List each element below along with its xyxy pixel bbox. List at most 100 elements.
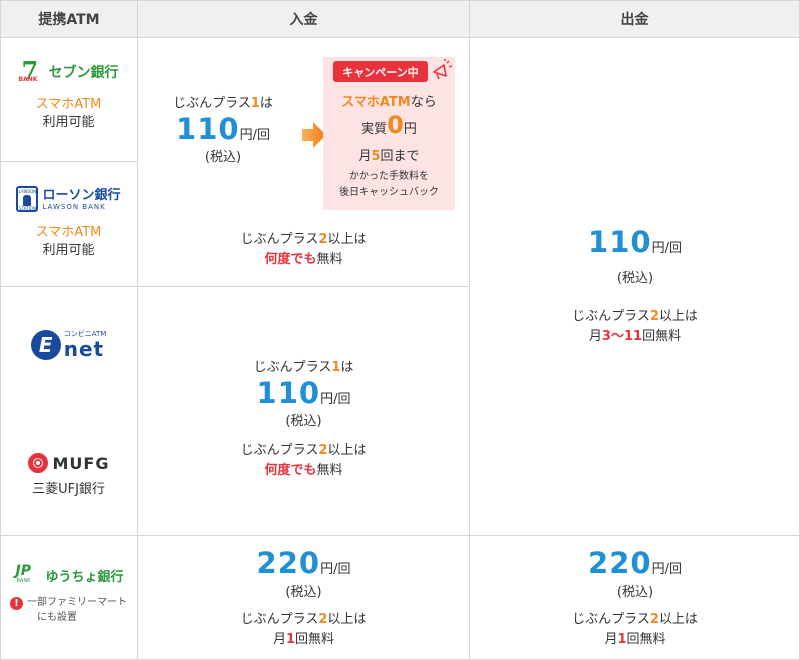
enet-logo: E コンビニATM net bbox=[0, 330, 137, 360]
mufg-logo-mark bbox=[27, 453, 48, 473]
deposit-seven-lawson-free: じぶんプラス2以上は 何度でも無料 bbox=[138, 230, 469, 270]
deposit-sl-plus1-a: じぶんプラス bbox=[173, 96, 251, 111]
withdraw-yu-month: 月1回無料 bbox=[470, 630, 800, 650]
seven-logo-mark: 7 BANK bbox=[19, 56, 45, 85]
lawson-mark-small: LAWSON bbox=[18, 189, 37, 194]
campaign-badge: キャンペーン中 bbox=[333, 61, 428, 82]
row-divider-seven bbox=[0, 161, 138, 162]
deposit-seven-lawson-price: じぶんプラス1は 110円/回 (税込) bbox=[148, 94, 298, 165]
deposit-sl-price: 110 bbox=[176, 112, 240, 146]
campaign-five: 5 bbox=[371, 149, 381, 164]
campaign-line1: スマホATMなら bbox=[323, 91, 455, 110]
yucho-mark-small: BANK bbox=[16, 578, 31, 584]
deposit-em-free: 何度でも無料 bbox=[138, 461, 469, 481]
withdraw-main-month-b: 回無料 bbox=[642, 329, 682, 344]
lawson-smartphone-atm: スマホATM bbox=[35, 225, 102, 240]
deposit-yu-month-a: 月 bbox=[272, 632, 286, 647]
deposit-yu-month-num: 1 bbox=[285, 632, 296, 647]
bank-lawson: LAWSON STATION ローソン銀行 LAWSON BANK スマホATM… bbox=[0, 186, 137, 260]
withdraw-main-unit: 円/回 bbox=[651, 241, 682, 256]
deposit-yu-month-b: 回無料 bbox=[295, 632, 335, 647]
deposit-em-plus1: じぶんプラス1は bbox=[138, 358, 469, 378]
yucho-mark-jp: JP bbox=[15, 563, 31, 579]
lawson-logo-mark: LAWSON STATION bbox=[16, 186, 39, 212]
yucho-note-line2: にも設置 bbox=[37, 612, 77, 623]
header-withdraw: 出金 bbox=[469, 0, 800, 38]
enet-logo-mark: E bbox=[30, 330, 61, 360]
deposit-enet-mufg: じぶんプラス1は 110円/回 (税込) じぶんプラス2以上は 何度でも無料 bbox=[138, 358, 469, 481]
deposit-yu-price-line: 220円/回 bbox=[138, 547, 469, 586]
lawson-available: 利用可能 bbox=[42, 243, 95, 258]
bank-mufg: MUFG 三菱UFJ銀行 bbox=[0, 453, 137, 499]
lawson-logo-texts: ローソン銀行 LAWSON BANK bbox=[42, 188, 120, 211]
withdraw-yu-plus2-b: 以上は bbox=[658, 612, 698, 627]
withdraw-main-month-sep: ～ bbox=[610, 329, 624, 344]
deposit-em-plus2: じぶんプラス2以上は bbox=[138, 441, 469, 461]
withdraw-yu-tax: (税込) bbox=[616, 585, 654, 600]
alert-icon-glyph: ! bbox=[14, 598, 19, 609]
withdraw-yu-month-b: 回無料 bbox=[626, 632, 666, 647]
campaign-badge-label: キャンペーン中 bbox=[342, 65, 419, 79]
campaign-box: キャンペーン中 スマホATMなら 実質0円 月5回まで かかった手数料を 後日キ… bbox=[323, 57, 455, 210]
withdraw-main: 110円/回 (税込) じぶんプラス2以上は 月3～11回無料 bbox=[470, 226, 800, 347]
deposit-yu-plus2-b: 以上は bbox=[327, 612, 367, 627]
yucho-note-line1: 一部ファミリーマート bbox=[27, 597, 127, 608]
mufg-logo: MUFG bbox=[0, 453, 137, 473]
yucho-logo-mark: JP BANK bbox=[13, 563, 41, 585]
yucho-logo: JP BANK ゆうちょ銀行 bbox=[0, 563, 137, 585]
deposit-yucho: 220円/回 (税込) じぶんプラス2以上は 月1回無料 bbox=[138, 547, 469, 650]
deposit-em-plus1-a: じぶんプラス bbox=[253, 360, 332, 375]
campaign-nara: なら bbox=[410, 95, 437, 110]
withdraw-main-plus2-b: 以上は bbox=[658, 309, 698, 324]
withdraw-yu-month-num: 1 bbox=[617, 632, 627, 647]
withdraw-main-month-num2: 11 bbox=[623, 329, 643, 344]
withdraw-main-tax: (税込) bbox=[616, 271, 654, 286]
deposit-sl-plus2-a: じぶんプラス bbox=[240, 232, 319, 247]
header-deposit: 入金 bbox=[137, 0, 470, 38]
yucho-logo-text: ゆうちょ銀行 bbox=[45, 569, 124, 585]
deposit-em-price: 110 bbox=[256, 376, 321, 410]
bank-seven: 7 BANK セブン銀行 スマホATM 利用可能 bbox=[0, 56, 137, 132]
enet-logo-net: net bbox=[63, 337, 105, 361]
campaign-month: 月 bbox=[358, 149, 372, 164]
deposit-sl-free-a: 何度でも bbox=[264, 252, 317, 267]
deposit-sl-tax: (税込) bbox=[204, 150, 242, 165]
deposit-sl-plus2: じぶんプラス2以上は bbox=[138, 230, 469, 250]
deposit-yu-plus2-a: じぶんプラス bbox=[240, 612, 319, 627]
deposit-sl-free-b: 無料 bbox=[316, 252, 343, 267]
campaign-line4: かかった手数料を bbox=[349, 171, 429, 182]
mufg-bank-name: 三菱UFJ銀行 bbox=[32, 482, 105, 497]
enet-logo-texts: コンビニATM net bbox=[64, 330, 107, 360]
seven-available: 利用可能 bbox=[42, 115, 95, 130]
deposit-yu-unit: 円/回 bbox=[320, 562, 351, 577]
deposit-yu-month: 月1回無料 bbox=[138, 630, 469, 650]
campaign-times: 回まで bbox=[380, 149, 420, 164]
campaign-smartphone-atm: スマホATM bbox=[341, 95, 411, 110]
withdraw-main-price-line: 110円/回 bbox=[470, 226, 800, 265]
deposit-em-tax: (税込) bbox=[285, 414, 322, 429]
deposit-sl-plus1-b: は bbox=[259, 96, 273, 111]
campaign-line3: 月5回まで bbox=[323, 145, 455, 164]
header-deposit-label: 入金 bbox=[289, 12, 318, 28]
mufg-logo-mark-inner bbox=[33, 459, 42, 467]
alert-icon: ! bbox=[10, 597, 23, 610]
header-atm: 提携ATM bbox=[0, 0, 138, 38]
megaphone-icon bbox=[433, 59, 453, 80]
deposit-em-plus2-b: 以上は bbox=[327, 443, 367, 458]
header-atm-label: 提携ATM bbox=[38, 12, 100, 28]
yucho-note: ! 一部ファミリーマート にも設置 bbox=[0, 595, 137, 625]
deposit-sl-plus1-num: 1 bbox=[250, 96, 260, 111]
deposit-em-unit: 円/回 bbox=[320, 392, 351, 407]
seven-smartphone-atm: スマホATM bbox=[35, 97, 102, 112]
deposit-sl-unit: 円/回 bbox=[239, 128, 270, 143]
deposit-em-free-a: 何度でも bbox=[264, 463, 317, 478]
deposit-em-plus1-b: は bbox=[340, 360, 354, 375]
mufg-logo-text: MUFG bbox=[52, 453, 110, 473]
deposit-sl-free: 何度でも無料 bbox=[138, 250, 469, 270]
withdraw-yu-price: 220 bbox=[588, 546, 652, 580]
bank-enet: E コンビニATM net bbox=[0, 330, 137, 360]
deposit-yu-plus2: じぶんプラス2以上は bbox=[138, 610, 469, 630]
withdraw-main-month: 月3～11回無料 bbox=[470, 327, 800, 347]
withdraw-main-plus2-num: 2 bbox=[649, 309, 659, 324]
row-divider-lawson bbox=[0, 286, 470, 287]
